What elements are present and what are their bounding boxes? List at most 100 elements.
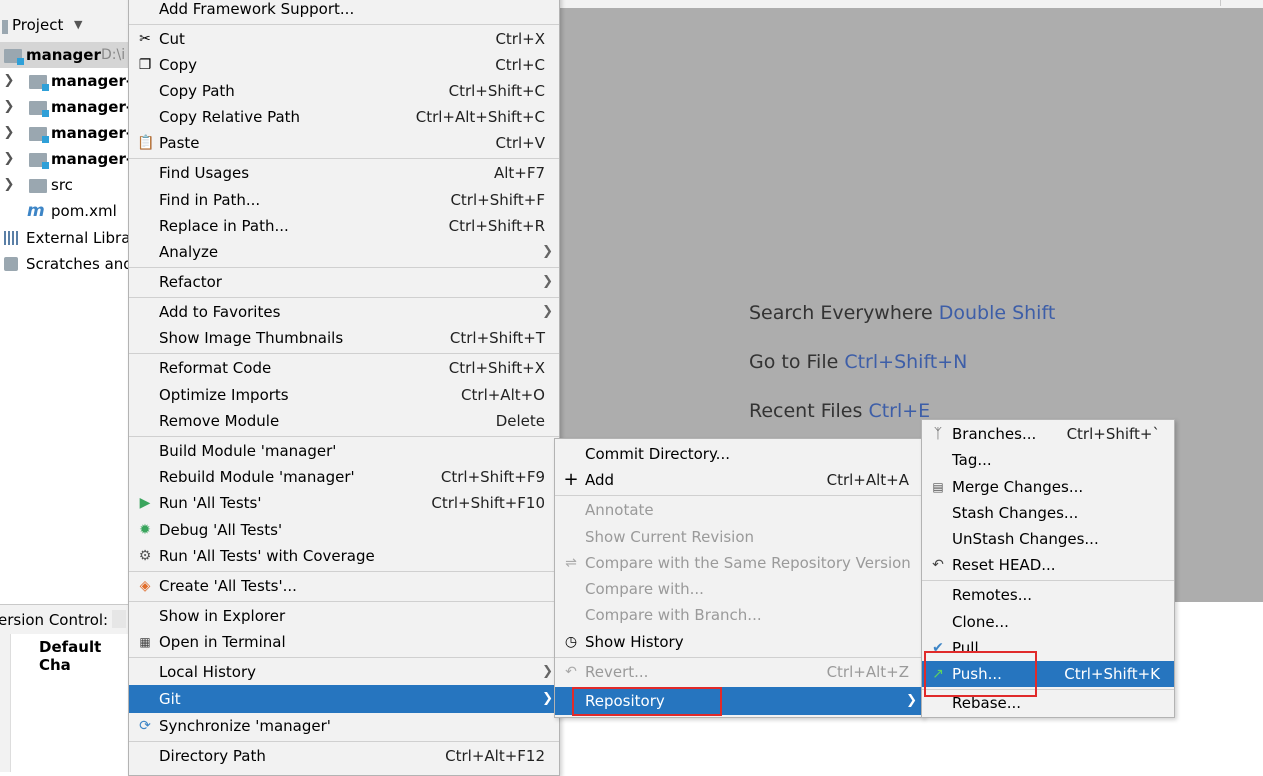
menu-separator xyxy=(129,297,559,298)
menu-item-build-module[interactable]: Build Module 'manager' xyxy=(129,438,559,464)
chevron-right-icon[interactable]: ❯ xyxy=(0,68,18,94)
menu-item-directory-path[interactable]: Directory Path Ctrl+Alt+F12 xyxy=(129,743,559,769)
menu-item-label: Add Framework Support... xyxy=(159,0,355,18)
tree-item[interactable]: ❯ manager-s xyxy=(0,120,130,146)
coverage-icon: ⚙ xyxy=(138,548,152,564)
menu-item-compare-with[interactable]: Compare with... xyxy=(555,576,923,602)
vc-side-toolbar xyxy=(0,634,11,772)
menu-item-copy-path[interactable]: Copy Path Ctrl+Shift+C xyxy=(129,78,559,104)
tree-item[interactable]: ❯ manager-p xyxy=(0,94,130,120)
menu-item-label: Reset HEAD... xyxy=(952,556,1056,574)
tree-item[interactable]: ❯ manager-v xyxy=(0,146,130,172)
menu-item-commit-directory[interactable]: Commit Directory... xyxy=(555,441,923,467)
tree-item[interactable]: ❯ src xyxy=(0,172,130,198)
menu-item-label: Find in Path... xyxy=(159,191,261,209)
menu-item-show-history[interactable]: ◷ Show History xyxy=(555,629,923,655)
menu-item-show-current-revision[interactable]: Show Current Revision xyxy=(555,524,923,550)
tree-item-label: manager-v xyxy=(51,150,130,168)
menu-item-find-usages[interactable]: Find Usages Alt+F7 xyxy=(129,160,559,186)
menu-item-show-in-explorer[interactable]: Show in Explorer xyxy=(129,603,559,629)
menu-item-find-in-path[interactable]: Find in Path... Ctrl+Shift+F xyxy=(129,187,559,213)
menu-item-debug-all-tests[interactable]: ✹ Debug 'All Tests' xyxy=(129,517,559,543)
menu-item-add[interactable]: + Add Ctrl+Alt+A xyxy=(555,467,923,493)
tree-item-label: manager-r xyxy=(51,72,130,90)
menu-item-revert[interactable]: ↶ Revert... Ctrl+Alt+Z xyxy=(555,659,923,685)
menu-item-label: Open in Terminal xyxy=(159,633,286,651)
hint-key: Double Shift xyxy=(938,302,1056,324)
menu-item-label: Optimize Imports xyxy=(159,386,289,404)
menu-item-analyze[interactable]: Analyze ❯ xyxy=(129,239,559,265)
module-folder-icon xyxy=(29,101,49,117)
menu-item-tag[interactable]: Tag... xyxy=(922,447,1174,473)
menu-item-remove-module[interactable]: Remove Module Delete xyxy=(129,408,559,434)
menu-item-shortcut: Ctrl+Shift+F10 xyxy=(431,494,545,512)
revert-icon: ↶ xyxy=(565,664,577,680)
module-folder-icon xyxy=(4,49,24,65)
tree-item[interactable]: m pom.xml xyxy=(0,198,130,224)
menu-item-shortcut: Ctrl+Shift+C xyxy=(448,82,545,100)
tree-external-libraries[interactable]: External Librar xyxy=(0,225,130,251)
hint-text: Recent Files xyxy=(749,400,863,422)
menu-item-label: Annotate xyxy=(585,501,654,519)
menu-item-optimize-imports[interactable]: Optimize Imports Ctrl+Alt+O xyxy=(129,382,559,408)
menu-item-stash-changes[interactable]: Stash Changes... xyxy=(922,500,1174,526)
module-folder-icon xyxy=(29,127,49,143)
project-view-selector[interactable]: Project ▼ xyxy=(0,12,130,42)
menu-item-reformat-code[interactable]: Reformat Code Ctrl+Shift+X xyxy=(129,355,559,381)
chevron-right-icon[interactable]: ❯ xyxy=(0,146,18,172)
menu-item-open-in-terminal[interactable]: ▦ Open in Terminal xyxy=(129,629,559,655)
menu-item-label: Remove Module xyxy=(159,412,280,430)
menu-item-run-with-coverage[interactable]: ⚙ Run 'All Tests' with Coverage xyxy=(129,543,559,569)
chevron-right-icon: ❯ xyxy=(542,664,553,679)
tree-root-manager[interactable]: manager D:\i xyxy=(0,42,130,68)
menu-item-copy-relative-path[interactable]: Copy Relative Path Ctrl+Alt+Shift+C xyxy=(129,104,559,130)
menu-item-remotes[interactable]: Remotes... xyxy=(922,582,1174,608)
menu-item-copy[interactable]: ❐ Copy Ctrl+C xyxy=(129,52,559,78)
highlight-box-push xyxy=(924,651,1037,697)
menu-item-label: Compare with Branch... xyxy=(585,606,762,624)
sync-icon: ⟳ xyxy=(139,718,151,734)
menu-item-label: Show Current Revision xyxy=(585,528,755,546)
menu-item-add-framework-support[interactable]: Add Framework Support... xyxy=(129,0,559,22)
menu-item-label: UnStash Changes... xyxy=(952,530,1099,548)
menu-item-paste[interactable]: 📋 Paste Ctrl+V xyxy=(129,130,559,156)
menu-item-merge-changes[interactable]: ▤ Merge Changes... xyxy=(922,474,1174,500)
menu-item-show-image-thumbnails[interactable]: Show Image Thumbnails Ctrl+Shift+T xyxy=(129,325,559,351)
menu-item-reset-head[interactable]: ↶ Reset HEAD... xyxy=(922,552,1174,578)
menu-item-shortcut: Ctrl+C xyxy=(495,56,545,74)
menu-item-compare-with-branch[interactable]: Compare with Branch... xyxy=(555,602,923,628)
menu-item-unstash-changes[interactable]: UnStash Changes... xyxy=(922,526,1174,552)
menu-separator xyxy=(555,495,923,496)
menu-item-compare-same-version[interactable]: ⇌ Compare with the Same Repository Versio… xyxy=(555,550,923,576)
menu-item-shortcut: Ctrl+Alt+Shift+C xyxy=(415,108,545,126)
default-changelist[interactable]: Default Cha xyxy=(39,638,130,674)
terminal-icon: ▦ xyxy=(139,635,151,649)
chevron-right-icon[interactable]: ❯ xyxy=(0,94,18,120)
menu-item-create-all-tests[interactable]: ◈ Create 'All Tests'... xyxy=(129,573,559,599)
menu-item-add-to-favorites[interactable]: Add to Favorites ❯ xyxy=(129,299,559,325)
menu-item-shortcut: Ctrl+Shift+X xyxy=(448,359,545,377)
chevron-down-icon: ▼ xyxy=(74,18,83,31)
menu-item-replace-in-path[interactable]: Replace in Path... Ctrl+Shift+R xyxy=(129,213,559,239)
menu-item-label: Analyze xyxy=(159,243,219,261)
menu-item-synchronize[interactable]: ⟳ Synchronize 'manager' xyxy=(129,713,559,739)
menu-item-annotate[interactable]: Annotate xyxy=(555,497,923,523)
menu-item-clone[interactable]: Clone... xyxy=(922,609,1174,635)
menu-item-rebuild-module[interactable]: Rebuild Module 'manager' Ctrl+Shift+F9 xyxy=(129,464,559,490)
menu-item-cut[interactable]: ✂ Cut Ctrl+X xyxy=(129,26,559,52)
tree-scratches[interactable]: Scratches and xyxy=(0,251,130,277)
chevron-right-icon[interactable]: ❯ xyxy=(0,172,18,198)
menu-item-shortcut: Ctrl+X xyxy=(495,30,545,48)
hint-key: Ctrl+Shift+N xyxy=(844,351,968,373)
tab-handle[interactable] xyxy=(112,610,126,628)
menu-item-refactor[interactable]: Refactor ❯ xyxy=(129,269,559,295)
menu-item-label: Rebuild Module 'manager' xyxy=(159,468,355,486)
chevron-right-icon[interactable]: ❯ xyxy=(0,120,18,146)
menu-item-branches[interactable]: ᛉ Branches... Ctrl+Shift+` xyxy=(922,421,1174,447)
menu-item-git[interactable]: Git ❯ xyxy=(129,685,559,713)
menu-item-local-history[interactable]: Local History ❯ xyxy=(129,659,559,685)
menu-item-run-all-tests[interactable]: ▶ Run 'All Tests' Ctrl+Shift+F10 xyxy=(129,490,559,516)
tree-item-label: Scratches and xyxy=(26,255,130,273)
tree-item[interactable]: ❯ manager-r xyxy=(0,68,130,94)
paste-icon: 📋 xyxy=(137,135,155,151)
